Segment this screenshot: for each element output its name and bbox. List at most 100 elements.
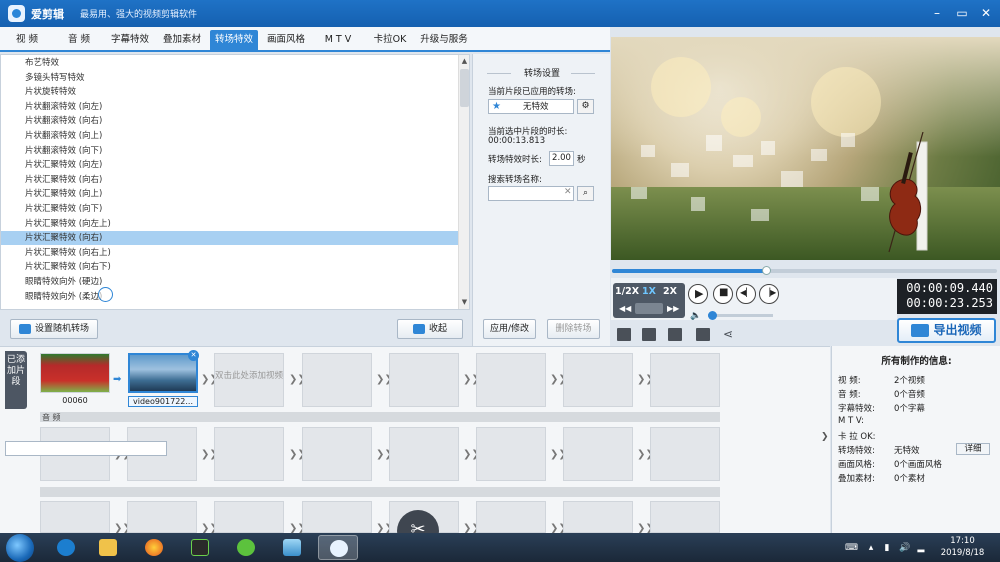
search-icon[interactable]: ⌕ [577, 186, 594, 201]
tab-video[interactable]: 视 频 [4, 30, 50, 50]
maximize-button[interactable]: ▭ [951, 4, 973, 22]
tab-upgrade-service[interactable]: 升级与服务 [416, 30, 472, 50]
effect-item[interactable]: 片状汇聚特效 (向右下) [1, 260, 458, 274]
scroll-down-icon[interactable]: ▼ [459, 297, 469, 308]
minimize-button[interactable]: – [926, 4, 948, 22]
applied-transition-field[interactable]: ★ 无特效 [488, 99, 574, 114]
empty-clip-slot[interactable] [302, 353, 372, 407]
play-button[interactable]: ▶ [688, 284, 708, 304]
video-preview[interactable] [611, 37, 1000, 260]
previous-frame-button[interactable]: ◀▏ [736, 284, 756, 304]
empty-clip-slot[interactable] [302, 427, 372, 481]
effect-item-selected[interactable]: 片状汇聚特效 (向右) [1, 231, 458, 246]
speed-half[interactable]: 1/2X [615, 286, 639, 297]
effect-item[interactable]: 片状翻滚特效 (向右) [1, 114, 458, 128]
scroll-thumb[interactable] [460, 69, 469, 107]
empty-clip-slot[interactable] [650, 501, 720, 533]
effect-item[interactable]: 片状汇聚特效 (向下) [1, 202, 458, 216]
taskbar-app-aijianji[interactable] [318, 535, 358, 560]
share-icon[interactable]: ⋖ [723, 328, 737, 341]
empty-clip-slot[interactable] [563, 427, 633, 481]
clip-thumbnail[interactable] [40, 353, 110, 393]
empty-clip-slot[interactable] [476, 427, 546, 481]
empty-clip-slot[interactable] [127, 501, 197, 533]
clear-search-icon[interactable]: ✕ [564, 187, 572, 197]
added-clips-tab[interactable]: 已添加片段 [5, 351, 27, 409]
tab-overlay-materials[interactable]: 叠加素材 [158, 30, 206, 50]
empty-clip-slot[interactable] [650, 427, 720, 481]
effect-duration-input[interactable]: 2.00 [549, 151, 574, 166]
delete-transition-button[interactable]: 删除转场 [547, 319, 600, 339]
effect-item[interactable]: 片状翻滚特效 (向左) [1, 100, 458, 114]
frame-slider[interactable] [635, 303, 663, 314]
taskbar-app-notes[interactable] [272, 535, 312, 560]
new-project-icon[interactable] [617, 328, 631, 341]
apply-modify-button[interactable]: 应用/修改 [483, 319, 536, 339]
effect-item[interactable]: 片状旋转特效 [1, 85, 458, 99]
effect-item[interactable]: 片状汇聚特效 (向右上) [1, 246, 458, 260]
empty-clip-slot[interactable] [476, 353, 546, 407]
volume-knob[interactable] [708, 311, 717, 320]
close-button[interactable]: ✕ [975, 4, 997, 22]
taskbar-app-firefox[interactable] [134, 535, 174, 560]
start-button[interactable] [6, 534, 34, 562]
effect-item[interactable]: 片状翻滚特效 (向上) [1, 129, 458, 143]
tab-transition-effects[interactable]: 转场特效 [210, 30, 258, 50]
system-clock[interactable]: 17:10 2019/8/18 [935, 535, 990, 559]
empty-clip-slot[interactable] [563, 501, 633, 533]
volume-icon[interactable]: 🔈 [690, 311, 701, 321]
empty-clip-slot[interactable] [389, 427, 459, 481]
volume-tray-icon[interactable]: 🔊 [899, 543, 910, 553]
effect-item[interactable]: 片状汇聚特效 (向左) [1, 158, 458, 172]
help-icon[interactable] [696, 328, 710, 341]
taskbar-app-player[interactable] [180, 535, 220, 560]
speed-double[interactable]: 2X [663, 286, 677, 297]
security-icon[interactable]: ▮ [882, 543, 892, 553]
clip-thumbnail-selected[interactable] [128, 353, 198, 393]
empty-clip-slot[interactable] [214, 427, 284, 481]
empty-clip-slot[interactable] [563, 353, 633, 407]
effect-item[interactable]: 布艺特效 [1, 56, 458, 70]
effect-item[interactable]: 片状汇聚特效 (向左上) [1, 217, 458, 231]
progress-knob[interactable] [762, 266, 771, 275]
empty-clip-slot[interactable] [650, 353, 720, 407]
next-frame-button[interactable]: ▕▶ [759, 284, 779, 304]
empty-clip-slot[interactable] [40, 501, 110, 533]
collapse-button[interactable]: 收起 [397, 319, 463, 339]
save-icon[interactable] [668, 328, 682, 341]
effect-item[interactable]: 片状汇聚特效 (向上) [1, 187, 458, 201]
transition-settings-icon[interactable]: ⚙ [577, 99, 594, 114]
network-icon[interactable]: ▂ [916, 543, 926, 553]
effect-item[interactable]: 多镜头特写特效 [1, 71, 458, 85]
empty-clip-slot[interactable] [214, 501, 284, 533]
speed-normal[interactable]: 1X [642, 286, 656, 297]
rewind-icon[interactable]: ◀◀ [619, 304, 631, 313]
tab-mtv[interactable]: M T V [314, 30, 362, 50]
remove-clip-icon[interactable]: ✕ [188, 350, 199, 361]
keyboard-icon[interactable]: ⌨ [845, 543, 858, 553]
tab-karaoke[interactable]: 卡拉OK [366, 30, 414, 50]
effect-item[interactable]: 片状汇聚特效 (向右) [1, 173, 458, 187]
tab-picture-style[interactable]: 画面风格 [262, 30, 310, 50]
effect-item[interactable]: 片状翻滚特效 (向下) [1, 144, 458, 158]
volume-slider[interactable] [708, 314, 773, 317]
taskbar-app-updater[interactable] [226, 535, 266, 560]
random-transition-button[interactable]: 设置随机转场 [10, 319, 98, 339]
tab-subtitle-effects[interactable]: 字幕特效 [106, 30, 154, 50]
scroll-up-icon[interactable]: ▲ [459, 56, 469, 67]
search-transition-input[interactable] [488, 186, 574, 201]
taskbar-app-explorer[interactable] [88, 535, 128, 560]
effect-item[interactable]: 眼睛特效向外 (硬边) [1, 275, 458, 289]
empty-clip-slot[interactable] [476, 501, 546, 533]
export-video-button[interactable]: 导出视频 [897, 318, 996, 343]
tab-audio[interactable]: 音 频 [56, 30, 102, 50]
empty-clip-slot[interactable] [389, 353, 459, 407]
empty-clip-slot[interactable] [302, 501, 372, 533]
stop-button[interactable]: ■ [713, 284, 733, 304]
collapse-info-chevron-icon[interactable]: ❯ [821, 432, 829, 442]
tray-expand-icon[interactable]: ▴ [866, 543, 876, 553]
effect-item[interactable]: 眼睛特效向外 (柔边) [1, 290, 458, 304]
open-folder-icon[interactable] [642, 328, 656, 341]
effects-scrollbar[interactable]: ▲ ▼ [458, 55, 469, 309]
fast-forward-icon[interactable]: ▶▶ [667, 304, 679, 313]
